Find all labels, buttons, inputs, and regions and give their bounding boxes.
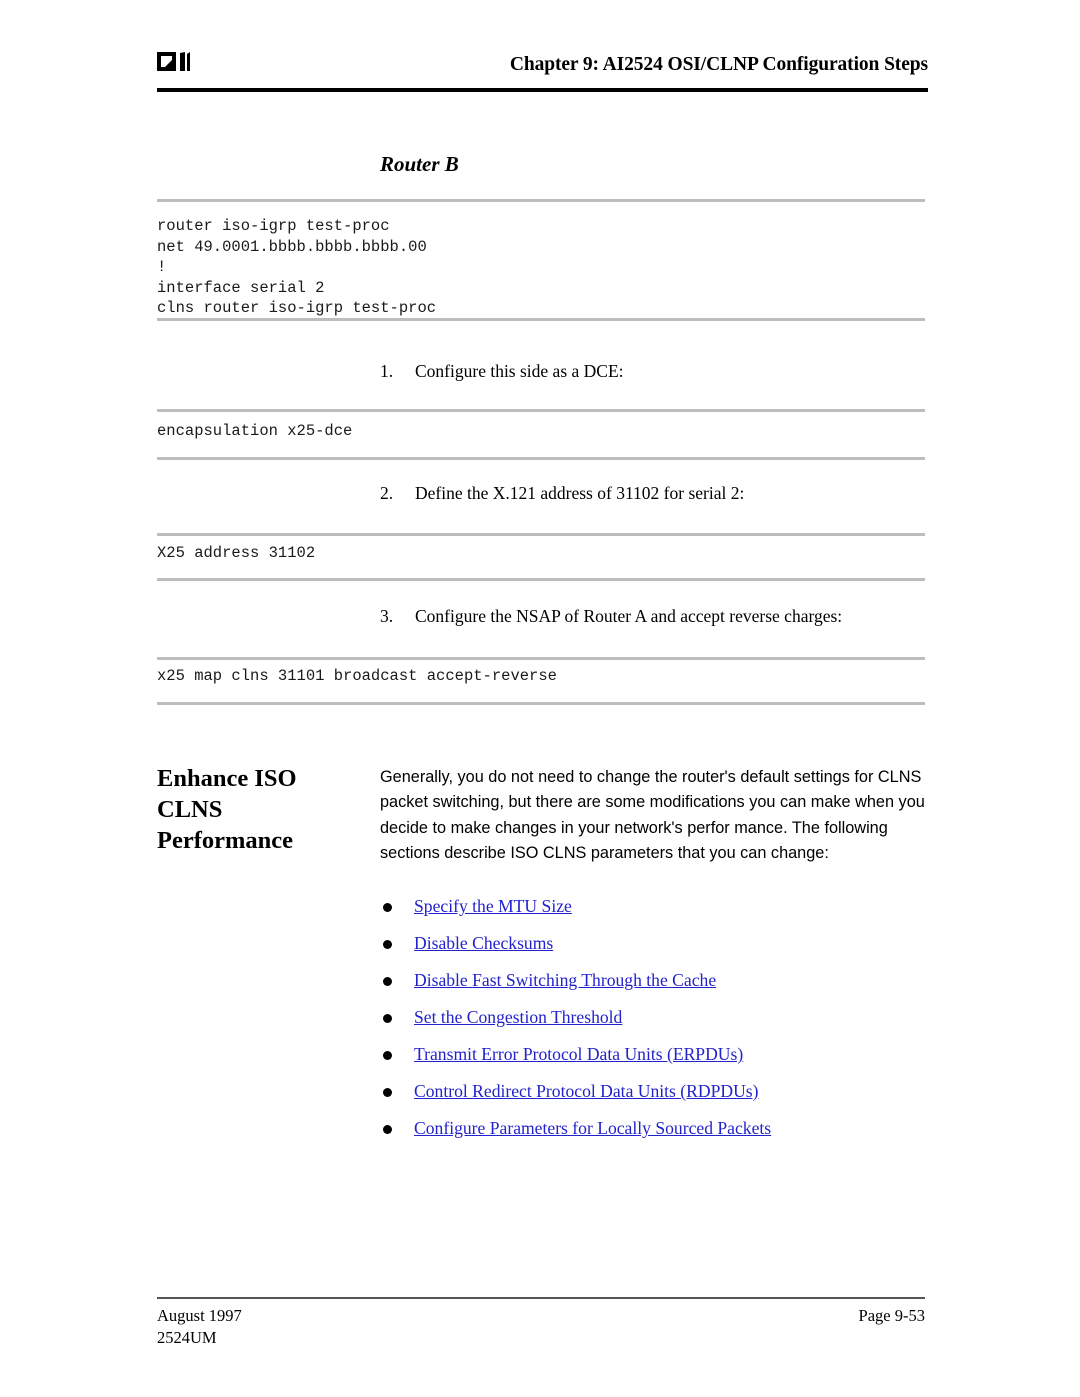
code-rule-bottom-4 <box>157 702 925 705</box>
footer-doc-code: 2524UM <box>157 1328 217 1347</box>
step-2-code: X25 address 31102 <box>157 544 316 562</box>
header-divider <box>157 88 928 92</box>
code-rule-bottom-1 <box>157 318 925 321</box>
bullet-icon <box>383 1014 392 1023</box>
step-1-code: encapsulation x25-dce <box>157 422 353 440</box>
code-rule-top-4 <box>157 657 925 660</box>
code-rule-bottom-2 <box>157 457 925 460</box>
link-specify-mtu-size[interactable]: Specify the MTU Size <box>414 894 572 918</box>
step-3: 3. Configure the NSAP of Router A and acc… <box>380 606 925 627</box>
step-1: 1. Configure this side as a DCE: <box>380 361 925 382</box>
bullet-icon <box>383 977 392 986</box>
code-rule-bottom-3 <box>157 578 925 581</box>
list-item: Disable Checksums <box>380 931 925 968</box>
code-rule-top-2 <box>157 409 925 412</box>
page-footer: August 1997 2524UM Page 9-53 <box>157 1305 925 1355</box>
list-item: Set the Congestion Threshold <box>380 1005 925 1042</box>
router-b-heading: Router B <box>380 152 459 176</box>
step-2-number: 2. <box>380 483 394 503</box>
footer-left-block: August 1997 2524UM <box>157 1305 242 1349</box>
bullet-icon <box>383 1051 392 1060</box>
step-3-text: Configure the NSAP of Router A and accep… <box>415 606 843 626</box>
footer-divider <box>157 1297 925 1299</box>
enhance-section-link-list: Specify the MTU Size Disable Checksums D… <box>380 894 925 1153</box>
link-transmit-erpdus[interactable]: Transmit Error Protocol Data Units (ERPD… <box>414 1042 743 1066</box>
router-b-config-code: router iso-igrp test-proc net 49.0001.bb… <box>157 217 437 318</box>
step-2: 2. Define the X.121 address of 31102 for … <box>380 483 925 504</box>
link-control-rdpdus[interactable]: Control Redirect Protocol Data Units (RD… <box>414 1079 759 1103</box>
step-1-number: 1. <box>380 361 394 381</box>
step-3-number: 3. <box>380 606 394 626</box>
step-1-text: Configure this side as a DCE: <box>415 361 624 381</box>
step-3-code: x25 map clns 31101 broadcast accept-reve… <box>157 667 557 685</box>
link-configure-locally-sourced-packets[interactable]: Configure Parameters for Locally Sourced… <box>414 1116 771 1140</box>
code-rule-top-1 <box>157 199 925 202</box>
list-item: Specify the MTU Size <box>380 894 925 931</box>
bullet-icon <box>383 1088 392 1097</box>
link-disable-checksums[interactable]: Disable Checksums <box>414 931 553 955</box>
bullet-icon <box>383 1125 392 1134</box>
list-item: Configure Parameters for Locally Sourced… <box>380 1116 925 1153</box>
enhance-section-body: Generally, you do not need to change the… <box>380 765 925 866</box>
ai-logo-icon <box>157 52 193 82</box>
bullet-icon <box>383 903 392 912</box>
list-item: Transmit Error Protocol Data Units (ERPD… <box>380 1042 925 1079</box>
footer-page-number: Page 9-53 <box>858 1306 925 1325</box>
bullet-icon <box>383 940 392 949</box>
step-2-text: Define the X.121 address of 31102 for se… <box>415 483 745 503</box>
code-rule-top-3 <box>157 533 925 536</box>
list-item: Disable Fast Switching Through the Cache <box>380 968 925 1005</box>
chapter-title: Chapter 9: AI2524 OSI/CLNP Configuration… <box>509 54 928 75</box>
enhance-section-heading: Enhance ISO CLNS Performance <box>157 765 297 854</box>
link-disable-fast-switching[interactable]: Disable Fast Switching Through the Cache <box>414 968 716 992</box>
footer-date: August 1997 <box>157 1306 242 1325</box>
document-page: Chapter 9: AI2524 OSI/CLNP Configuration… <box>0 0 1080 1397</box>
enhance-section-paragraph: Generally, you do not need to change the… <box>380 768 925 862</box>
page-header: Chapter 9: AI2524 OSI/CLNP Configuration… <box>157 44 928 94</box>
list-item: Control Redirect Protocol Data Units (RD… <box>380 1079 925 1116</box>
link-set-congestion-threshold[interactable]: Set the Congestion Threshold <box>414 1005 622 1029</box>
